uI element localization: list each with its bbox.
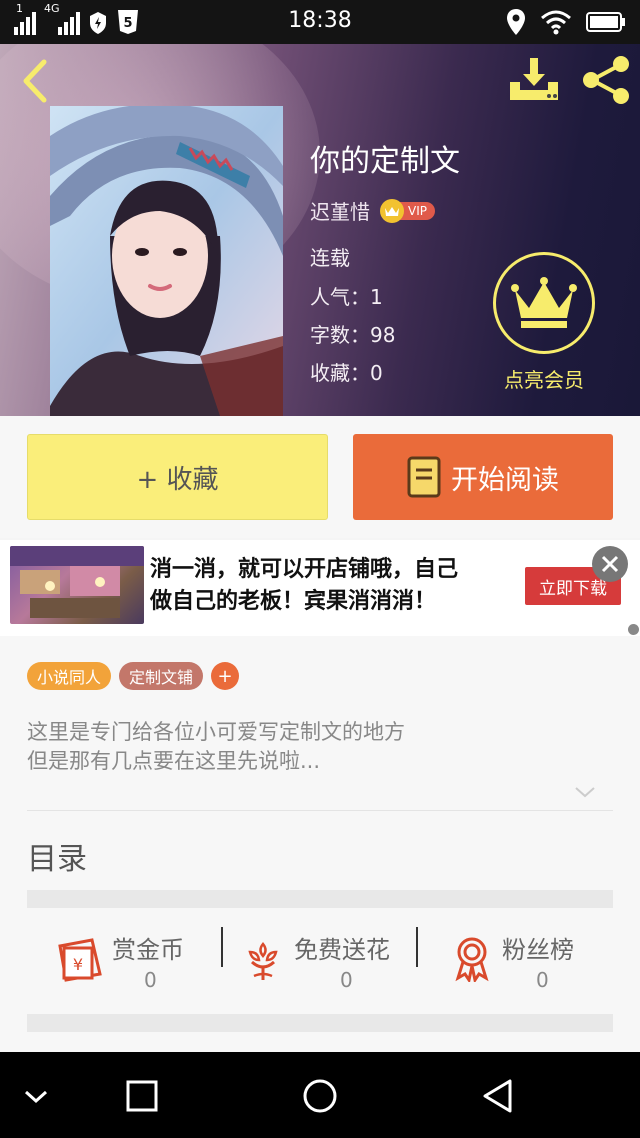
- stat-separator: [221, 927, 223, 967]
- start-reading-button[interactable]: 开始阅读: [353, 434, 613, 520]
- close-icon: [601, 555, 619, 573]
- favorites-count: 收藏：0: [310, 361, 383, 385]
- book-icon: [407, 456, 441, 498]
- description-line-2: 但是那有几点要在这里先说啦...: [27, 749, 321, 773]
- hide-nav-chevron-icon[interactable]: [14, 1074, 58, 1118]
- svg-text:¥: ¥: [73, 955, 83, 974]
- home-button[interactable]: [298, 1074, 342, 1118]
- add-to-favorites-button[interactable]: + 收藏: [27, 434, 328, 520]
- ad-info-icon[interactable]: [628, 624, 639, 635]
- status-bar: 1 4G 5 18:38: [0, 0, 640, 44]
- ad-text: 消一消，就可以开店铺哦，自己 做自己的老板！宾果消消消！: [150, 554, 458, 618]
- wifi-icon: [541, 10, 571, 35]
- fan-ranking-value: 0: [536, 968, 549, 992]
- reward-coins-value: 0: [144, 968, 157, 992]
- vip-tag: VIP: [380, 198, 435, 223]
- send-flower-label: 免费送花: [294, 936, 390, 964]
- crown-icon: [511, 277, 577, 328]
- author-row: 迟堇惜 VIP: [310, 196, 435, 225]
- fan-ranking-label: 粉丝榜: [502, 936, 574, 964]
- serial-status: 连载: [310, 246, 350, 270]
- start-reading-label: 开始阅读: [451, 464, 559, 496]
- ad-line-1: 消一消，就可以开店铺哦，自己: [150, 557, 459, 582]
- tag-fanfic[interactable]: 小说同人: [27, 662, 112, 690]
- vip-membership-label[interactable]: 点亮会员: [494, 364, 594, 393]
- author-name[interactable]: 迟堇惜: [310, 196, 370, 225]
- action-bar: + 收藏 开始阅读: [0, 416, 640, 538]
- book-cover-image[interactable]: [50, 106, 283, 416]
- location-icon: [507, 9, 525, 35]
- book-details: 小说同人 定制文铺 + 这里是专门给各位小可爱写定制文的地方 但是那有几点要在这…: [0, 636, 640, 1052]
- back-button[interactable]: [16, 58, 56, 104]
- tag-list: 小说同人 定制文铺 +: [27, 662, 240, 690]
- stat-separator: [416, 927, 418, 967]
- recent-apps-button[interactable]: [120, 1074, 164, 1118]
- system-nav-bar: [0, 1052, 640, 1138]
- description-line-1: 这里是专门给各位小可爱写定制文的地方: [27, 720, 405, 744]
- send-flower-value: 0: [340, 968, 353, 992]
- download-button[interactable]: [508, 56, 560, 104]
- tag-custom-story[interactable]: 定制文铺: [119, 662, 204, 690]
- section-placeholder: [27, 1014, 613, 1032]
- medal-icon: [455, 937, 489, 982]
- expand-chevron-icon[interactable]: [574, 784, 596, 800]
- share-button[interactable]: [580, 54, 632, 106]
- reward-coins-label: 赏金币: [112, 936, 184, 964]
- table-of-contents-title[interactable]: 目录: [27, 834, 87, 878]
- popularity: 人气：1: [310, 285, 383, 309]
- toc-list-placeholder: [27, 890, 613, 908]
- fan-ranking-button[interactable]: 粉丝榜 0: [452, 926, 602, 996]
- ad-image[interactable]: [10, 546, 144, 624]
- add-tag-button[interactable]: +: [211, 662, 240, 690]
- back-nav-button[interactable]: [476, 1074, 520, 1118]
- book-title: 你的定制文: [310, 144, 460, 179]
- crown-icon: [380, 198, 404, 223]
- book-description: 这里是专门给各位小可爱写定制文的地方 但是那有几点要在这里先说啦...: [27, 718, 405, 776]
- battery-icon: [586, 12, 625, 32]
- ad-banner[interactable]: 消一消，就可以开店铺哦，自己 做自己的老板！宾果消消消！ 立即下载: [0, 540, 640, 636]
- reward-coins-button[interactable]: ¥ 赏金币 0: [56, 926, 206, 996]
- flower-icon: [248, 942, 278, 980]
- word-count: 字数：98: [310, 323, 396, 347]
- ad-line-2: 做自己的老板！宾果消消消！: [150, 589, 437, 614]
- divider: [27, 810, 613, 811]
- vip-membership-button[interactable]: [493, 252, 595, 354]
- book-header: 你的定制文 迟堇惜 VIP 连载 人气：1 字数：98 收藏：0 点亮会员: [0, 44, 640, 416]
- coin-envelope-icon: ¥: [58, 938, 102, 982]
- ad-close-button[interactable]: [592, 546, 628, 582]
- send-flower-button[interactable]: 免费送花 0: [244, 926, 414, 996]
- status-right: [506, 8, 626, 36]
